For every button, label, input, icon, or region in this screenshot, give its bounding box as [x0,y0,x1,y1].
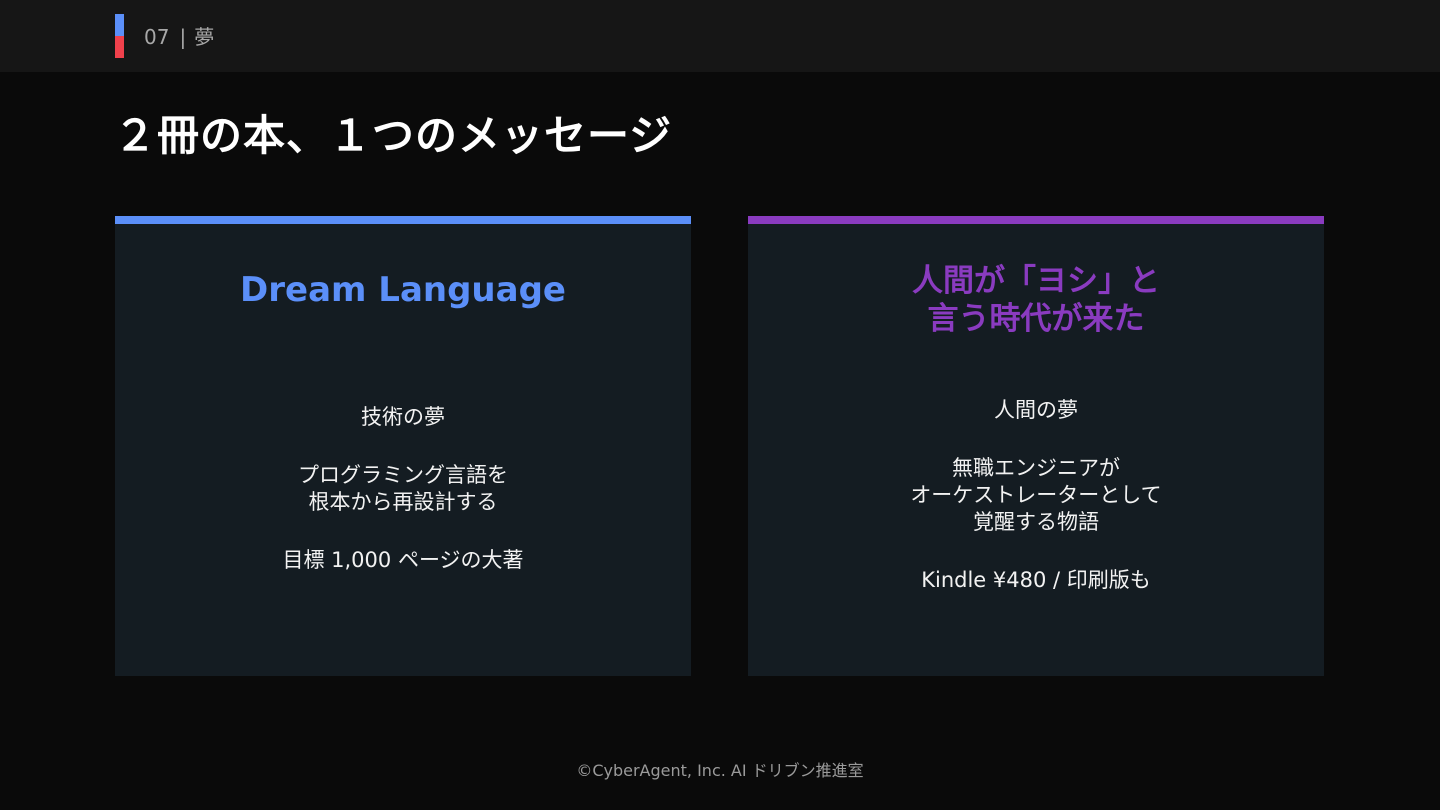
section-label: 07 | 夢 [144,24,214,50]
card-body: 技術の夢 プログラミング言語を 根本から再設計する 目標 1,000 ページの大… [115,404,691,605]
card-paragraph: 無職エンジニアが オーケストレーターとして 覚醒する物語 [748,455,1324,536]
card-paragraph: 人間の夢 [748,397,1324,424]
card-heading-line: Dream Language [240,270,566,310]
slide-title: ２冊の本、１つのメッセージ [114,111,673,160]
card-text-line: 無職エンジニアが [952,456,1120,480]
card-accent-bar [115,216,691,224]
card-text-line: 目標 1,000 ページの大著 [282,548,524,572]
card-ningen-yoshi: 人間が「ヨシ」と 言う時代が来た 人間の夢 無職エンジニアが オーケストレーター… [748,216,1324,676]
footer-copyright: ©CyberAgent, Inc. AI ドリブン推進室 [576,761,864,780]
top-bar: 07 | 夢 [0,0,1440,72]
card-dream-language: Dream Language 技術の夢 プログラミング言語を 根本から再設計する… [115,216,691,676]
card-paragraph: 目標 1,000 ページの大著 [115,547,691,574]
card-accent-bar [748,216,1324,224]
section-marker-red [115,36,124,58]
card-text-line: 根本から再設計する [308,490,498,514]
card-paragraph: Kindle ¥480 / 印刷版も [748,567,1324,594]
card-text-line: オーケストレーターとして [910,483,1162,507]
card-text-line: 技術の夢 [361,405,445,429]
card-text-line: Kindle ¥480 / 印刷版も [921,568,1151,592]
card-text-line: 覚醒する物語 [973,510,1099,534]
card-heading-line: 人間が「ヨシ」と [912,263,1160,299]
section-number: 07 [144,25,170,49]
section-name: 夢 [194,25,215,49]
card-paragraph: プログラミング言語を 根本から再設計する [115,462,691,516]
card-heading: Dream Language [115,268,691,312]
card-text-line: 人間の夢 [994,398,1078,422]
card-heading: 人間が「ヨシ」と 言う時代が来た [748,262,1324,338]
section-separator: | [179,25,187,49]
card-heading-line: 言う時代が来た [927,301,1145,337]
section-marker-blue [115,14,124,36]
section-marker [115,14,124,58]
card-paragraph: 技術の夢 [115,404,691,431]
card-text-line: プログラミング言語を [298,463,508,487]
card-body: 人間の夢 無職エンジニアが オーケストレーターとして 覚醒する物語 Kindle… [748,397,1324,625]
